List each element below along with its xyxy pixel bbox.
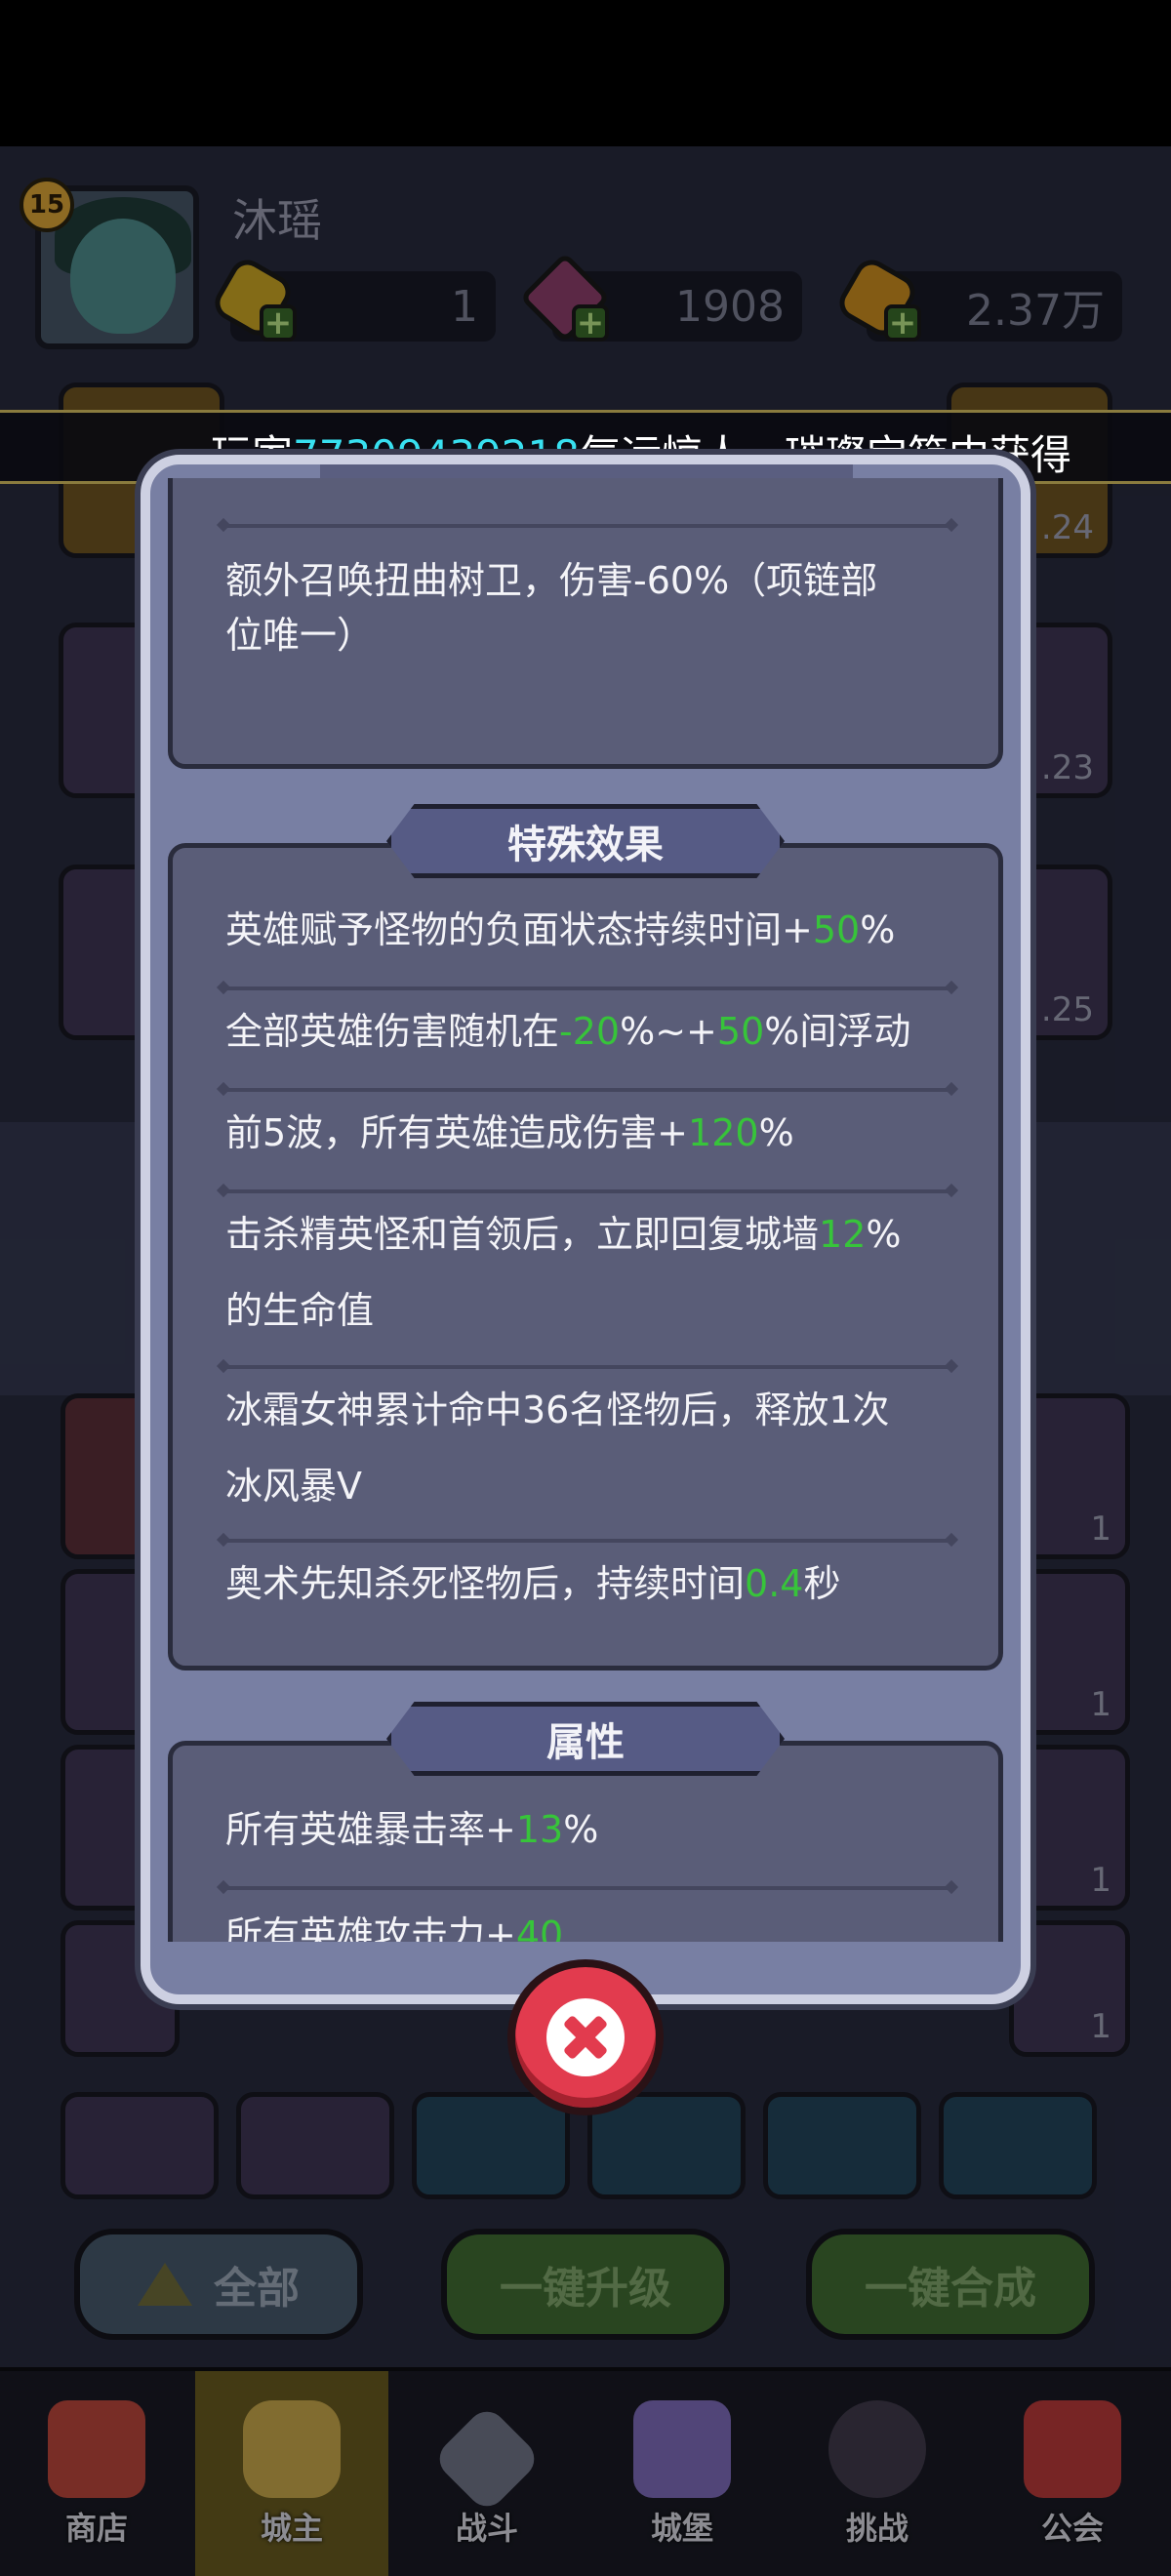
special-effect-3: 击杀精英怪和首领后，立即回复城墙12% bbox=[225, 1213, 902, 1256]
effect-panel: 额外召唤扭曲树卫，伤害-60%（项链部 位唯一） bbox=[168, 478, 1003, 769]
special-effect-0: 英雄赋予怪物的负面状态持续时间+50% bbox=[225, 908, 896, 951]
special-effect-4: 冰霜女神累计命中36名怪物后，释放1次 bbox=[225, 1389, 890, 1431]
status-bar bbox=[0, 0, 1171, 146]
special-effect-1: 全部英雄伤害随机在-20%~+50%间浮动 bbox=[225, 1010, 911, 1053]
attribute-0: 所有英雄暴击率+13% bbox=[225, 1808, 599, 1851]
attribute-1: 所有英雄攻击力+40 bbox=[225, 1913, 564, 1942]
special-effects-panel: 英雄赋予怪物的负面状态持续时间+50% 全部英雄伤害随机在-20%~+50%间浮… bbox=[168, 843, 1003, 1670]
special-effect-2: 前5波，所有英雄造成伤害+120% bbox=[225, 1111, 794, 1154]
special-effect-5: 奥术先知杀死怪物后，持续时间0.4秒 bbox=[225, 1562, 841, 1605]
effect-line: 位唯一） bbox=[225, 614, 375, 657]
effect-line: 额外召唤扭曲树卫，伤害-60%（项链部 bbox=[225, 559, 878, 602]
attributes-header: 属性 bbox=[386, 1702, 785, 1776]
close-button[interactable] bbox=[507, 1959, 664, 2115]
special-effects-header: 特殊效果 bbox=[386, 804, 785, 878]
close-icon bbox=[546, 1998, 625, 2076]
special-effect-3b: 的生命值 bbox=[225, 1289, 375, 1332]
special-effect-4b: 冰风暴V bbox=[225, 1465, 362, 1508]
